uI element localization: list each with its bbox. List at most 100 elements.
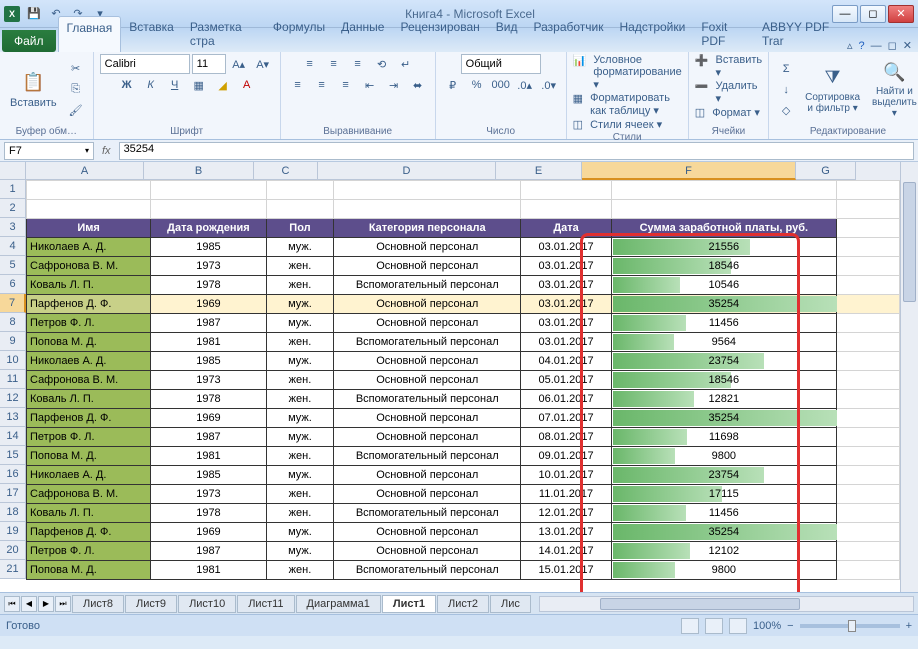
merge-button[interactable]: ⬌: [407, 75, 429, 95]
ribbon-tab-8[interactable]: Надстройки: [611, 16, 693, 52]
sheet-nav-first[interactable]: ⏮: [4, 596, 20, 612]
cell[interactable]: 10.01.2017: [521, 466, 611, 485]
format-painter-button[interactable]: 🖌: [65, 101, 87, 121]
cell[interactable]: Основной персонал: [334, 466, 521, 485]
orientation-button[interactable]: ⟲: [371, 54, 393, 74]
ribbon-tab-2[interactable]: Разметка стра: [182, 16, 265, 52]
cell[interactable]: 1987: [151, 542, 267, 561]
salary-cell[interactable]: 35254: [611, 295, 836, 314]
cell[interactable]: [334, 181, 521, 200]
row-header-8[interactable]: 8: [0, 313, 26, 332]
underline-button[interactable]: Ч: [164, 75, 186, 95]
cell[interactable]: [521, 200, 611, 219]
cell[interactable]: муж.: [266, 428, 333, 447]
workbook-minimize-icon[interactable]: —: [871, 40, 882, 52]
zoom-in-button[interactable]: +: [906, 620, 912, 632]
column-header-B[interactable]: B: [144, 162, 254, 180]
cell[interactable]: 1973: [151, 485, 267, 504]
salary-cell[interactable]: 18546: [611, 371, 836, 390]
cell[interactable]: 04.01.2017: [521, 352, 611, 371]
horizontal-scrollbar[interactable]: [539, 596, 914, 612]
salary-cell[interactable]: 10546: [611, 276, 836, 295]
table-header[interactable]: Пол: [266, 219, 333, 238]
cell[interactable]: 03.01.2017: [521, 295, 611, 314]
sheet-tab[interactable]: Лист8: [72, 595, 124, 613]
format-as-table-button[interactable]: ▦ Форматировать как таблицу ▾: [573, 92, 682, 117]
ribbon-tab-0[interactable]: Главная: [58, 16, 122, 52]
font-size-select[interactable]: [192, 54, 226, 74]
cell[interactable]: Вспомогательный персонал: [334, 390, 521, 409]
cell[interactable]: муж.: [266, 523, 333, 542]
cell[interactable]: [521, 181, 611, 200]
row-header-4[interactable]: 4: [0, 237, 26, 256]
bold-button[interactable]: Ж: [116, 75, 138, 95]
table-header[interactable]: Имя: [27, 219, 151, 238]
delete-cells-button[interactable]: ➖ Удалить ▾: [695, 80, 762, 105]
border-button[interactable]: ▦: [188, 75, 210, 95]
cell[interactable]: 03.01.2017: [521, 238, 611, 257]
column-header-D[interactable]: D: [318, 162, 496, 180]
conditional-formatting-button[interactable]: 📊 Условное форматирование ▾: [573, 54, 682, 91]
cell[interactable]: Коваль Л. П.: [27, 276, 151, 295]
cell[interactable]: жен.: [266, 371, 333, 390]
table-header[interactable]: Дата: [521, 219, 611, 238]
view-normal-button[interactable]: [681, 618, 699, 634]
cell[interactable]: Попова М. Д.: [27, 333, 151, 352]
cell[interactable]: 1973: [151, 257, 267, 276]
cell[interactable]: муж.: [266, 466, 333, 485]
column-header-C[interactable]: C: [254, 162, 318, 180]
increase-font-button[interactable]: A▴: [228, 54, 250, 74]
cell[interactable]: [266, 181, 333, 200]
cell[interactable]: Петров Ф. Л.: [27, 542, 151, 561]
worksheet-grid[interactable]: ABCDEFG 12345678910111213141516171819202…: [0, 162, 918, 592]
zoom-out-button[interactable]: −: [787, 620, 793, 632]
table-header[interactable]: Дата рождения: [151, 219, 267, 238]
salary-cell[interactable]: 11456: [611, 314, 836, 333]
sheet-nav-prev[interactable]: ◀: [21, 596, 37, 612]
cell[interactable]: Вспомогательный персонал: [334, 333, 521, 352]
salary-cell[interactable]: 17115: [611, 485, 836, 504]
cell[interactable]: [836, 181, 899, 200]
column-header-F[interactable]: F: [582, 162, 796, 180]
cell[interactable]: Коваль Л. П.: [27, 390, 151, 409]
salary-cell[interactable]: 35254: [611, 409, 836, 428]
row-header-15[interactable]: 15: [0, 446, 26, 465]
cell[interactable]: муж.: [266, 295, 333, 314]
row-header-21[interactable]: 21: [0, 560, 26, 579]
cell[interactable]: Основной персонал: [334, 542, 521, 561]
ribbon-tab-7[interactable]: Разработчик: [526, 16, 612, 52]
cut-button[interactable]: ✂: [65, 59, 87, 79]
fx-icon[interactable]: fx: [98, 145, 115, 157]
maximize-button[interactable]: ◻: [860, 5, 886, 23]
ribbon-tab-10[interactable]: ABBYY PDF Trar: [754, 16, 847, 52]
cell[interactable]: 1978: [151, 504, 267, 523]
cell[interactable]: 1987: [151, 314, 267, 333]
cell[interactable]: [836, 200, 899, 219]
vertical-scrollbar[interactable]: [900, 162, 918, 592]
row-header-6[interactable]: 6: [0, 275, 26, 294]
cell[interactable]: 1978: [151, 276, 267, 295]
cell[interactable]: Основной персонал: [334, 485, 521, 504]
column-header-G[interactable]: G: [796, 162, 856, 180]
row-header-18[interactable]: 18: [0, 503, 26, 522]
cell[interactable]: муж.: [266, 352, 333, 371]
salary-cell[interactable]: 18546: [611, 257, 836, 276]
ribbon-tab-3[interactable]: Формулы: [265, 16, 333, 52]
cell[interactable]: жен.: [266, 504, 333, 523]
fill-color-button[interactable]: ◢: [212, 75, 234, 95]
sheet-tab[interactable]: Лист10: [178, 595, 236, 613]
cell[interactable]: 09.01.2017: [521, 447, 611, 466]
cell[interactable]: 12.01.2017: [521, 504, 611, 523]
cell[interactable]: [27, 200, 151, 219]
row-header-3[interactable]: 3: [0, 218, 26, 237]
formula-input[interactable]: 35254: [119, 142, 914, 160]
row-header-9[interactable]: 9: [0, 332, 26, 351]
cell[interactable]: 11.01.2017: [521, 485, 611, 504]
cell[interactable]: 1969: [151, 295, 267, 314]
font-color-button[interactable]: A: [236, 75, 258, 95]
cell[interactable]: Основной персонал: [334, 238, 521, 257]
cell[interactable]: Сафронова В. М.: [27, 371, 151, 390]
cell[interactable]: 03.01.2017: [521, 276, 611, 295]
decrease-font-button[interactable]: A▾: [252, 54, 274, 74]
currency-button[interactable]: ₽: [442, 75, 464, 95]
